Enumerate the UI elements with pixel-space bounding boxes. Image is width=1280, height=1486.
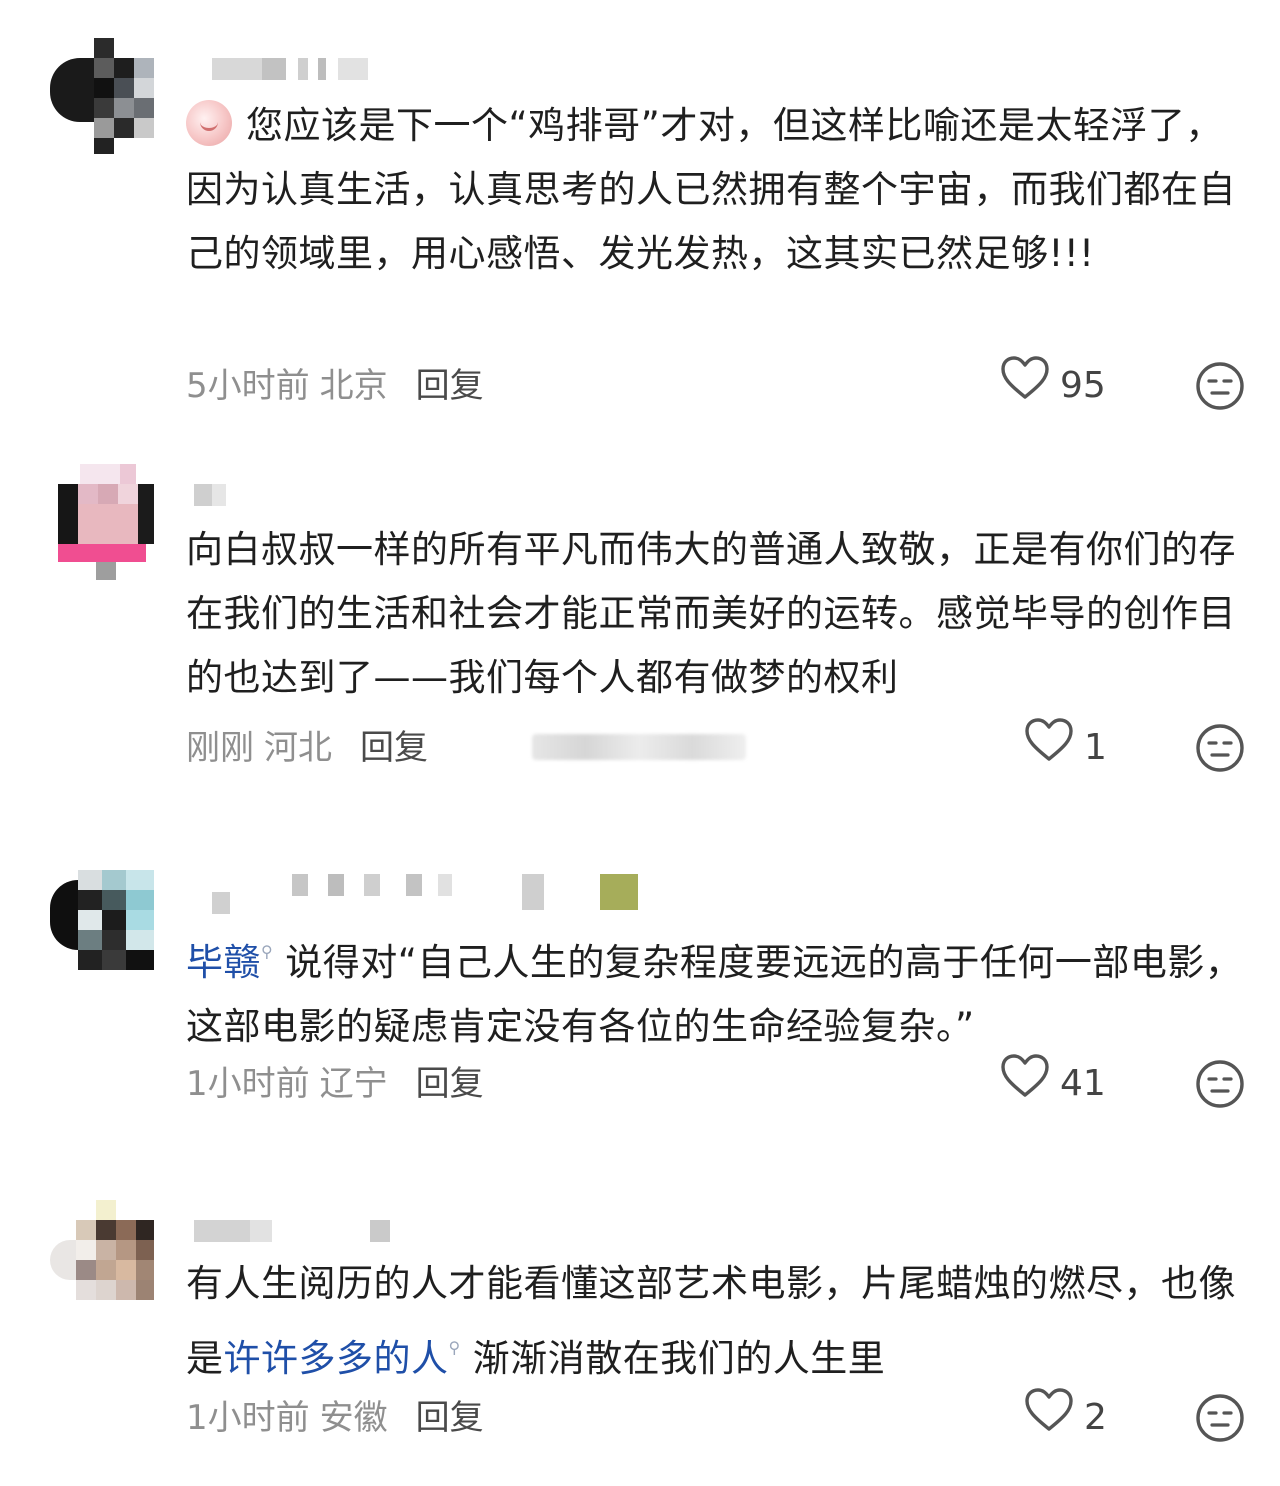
- comment-location: 河北: [264, 728, 332, 768]
- neutral-face-icon: [1194, 724, 1246, 783]
- dislike-button[interactable]: [1194, 722, 1246, 774]
- avatar[interactable]: [50, 464, 154, 580]
- comment-text: 有人生阅历的人才能看懂这部艺术电影，片尾蜡烛的燃尽，也像是许许多多的人⚲ 渐渐消散…: [186, 1262, 1236, 1380]
- comment-item: 您应该是下一个“鸡排哥”才对，但这样比喻还是太轻浮了，因为认真生活，认真思考的人…: [0, 0, 1280, 440]
- comment-text: 向白叔叔一样的所有平凡而伟大的普通人致敬，正是有你们的存在我们的生活和社会才能正…: [186, 528, 1236, 699]
- dislike-button[interactable]: [1194, 360, 1246, 412]
- dislike-button[interactable]: [1194, 1058, 1246, 1110]
- mention-link[interactable]: 许许多多的人: [224, 1337, 449, 1380]
- mention-link[interactable]: 毕赣: [186, 941, 261, 984]
- username[interactable]: [188, 1220, 408, 1244]
- like-count: 2: [1084, 1397, 1107, 1438]
- neutral-face-icon: [1194, 1060, 1246, 1119]
- smile-emoji-icon: [186, 100, 232, 146]
- heart-outline-icon: [1024, 1387, 1074, 1450]
- comment-meta: 1小时前 安徽 回复 2: [186, 1387, 1246, 1446]
- dislike-button[interactable]: [1194, 1392, 1246, 1444]
- avatar[interactable]: [50, 38, 154, 154]
- avatar[interactable]: [50, 870, 154, 986]
- comment-meta: 刚刚 河北 回复 1: [186, 717, 1246, 776]
- search-icon: ⚲: [261, 942, 274, 961]
- comment-meta: 1小时前 辽宁 回复 41: [186, 1053, 1246, 1112]
- heart-outline-icon: [1000, 355, 1050, 418]
- search-icon: ⚲: [448, 1338, 461, 1357]
- like-button[interactable]: 41: [1000, 1053, 1106, 1108]
- comment-text: 毕赣⚲ 说得对“自己人生的复杂程度要远远的高于任何一部电影，这部电影的疑虑肯定没有…: [186, 920, 1246, 1059]
- comment-time: 刚刚: [186, 728, 254, 768]
- comment-text: 您应该是下一个“鸡排哥”才对，但这样比喻还是太轻浮了，因为认真生活，认真思考的人…: [186, 94, 1246, 286]
- reply-button[interactable]: 回复: [416, 1398, 484, 1438]
- comment-time: 1小时前: [186, 1398, 310, 1438]
- like-count: 41: [1060, 1063, 1106, 1104]
- reply-button[interactable]: 回复: [416, 366, 484, 406]
- username[interactable]: [188, 484, 248, 508]
- avatar[interactable]: [50, 1200, 154, 1316]
- neutral-face-icon: [1194, 362, 1246, 421]
- comment-time: 5小时前: [186, 366, 310, 406]
- reply-button[interactable]: 回复: [360, 728, 428, 768]
- like-button[interactable]: 95: [1000, 355, 1106, 410]
- like-button[interactable]: 2: [1024, 1387, 1107, 1442]
- comment-location: 安徽: [319, 1398, 388, 1438]
- heart-outline-icon: [1024, 717, 1074, 780]
- like-count: 1: [1084, 727, 1107, 768]
- neutral-face-icon: [1194, 1394, 1246, 1453]
- comment-location: 辽宁: [319, 1064, 388, 1104]
- heart-outline-icon: [1000, 1053, 1050, 1116]
- comment-time: 1小时前: [186, 1064, 310, 1104]
- reply-button[interactable]: 回复: [416, 1064, 484, 1104]
- blurred-tag: [532, 734, 746, 760]
- comment-meta: 5小时前 北京 回复 95: [186, 355, 1246, 414]
- username[interactable]: [188, 872, 648, 914]
- username[interactable]: [188, 58, 388, 82]
- comment-location: 北京: [319, 366, 388, 406]
- like-count: 95: [1060, 365, 1106, 406]
- like-button[interactable]: 1: [1024, 717, 1107, 772]
